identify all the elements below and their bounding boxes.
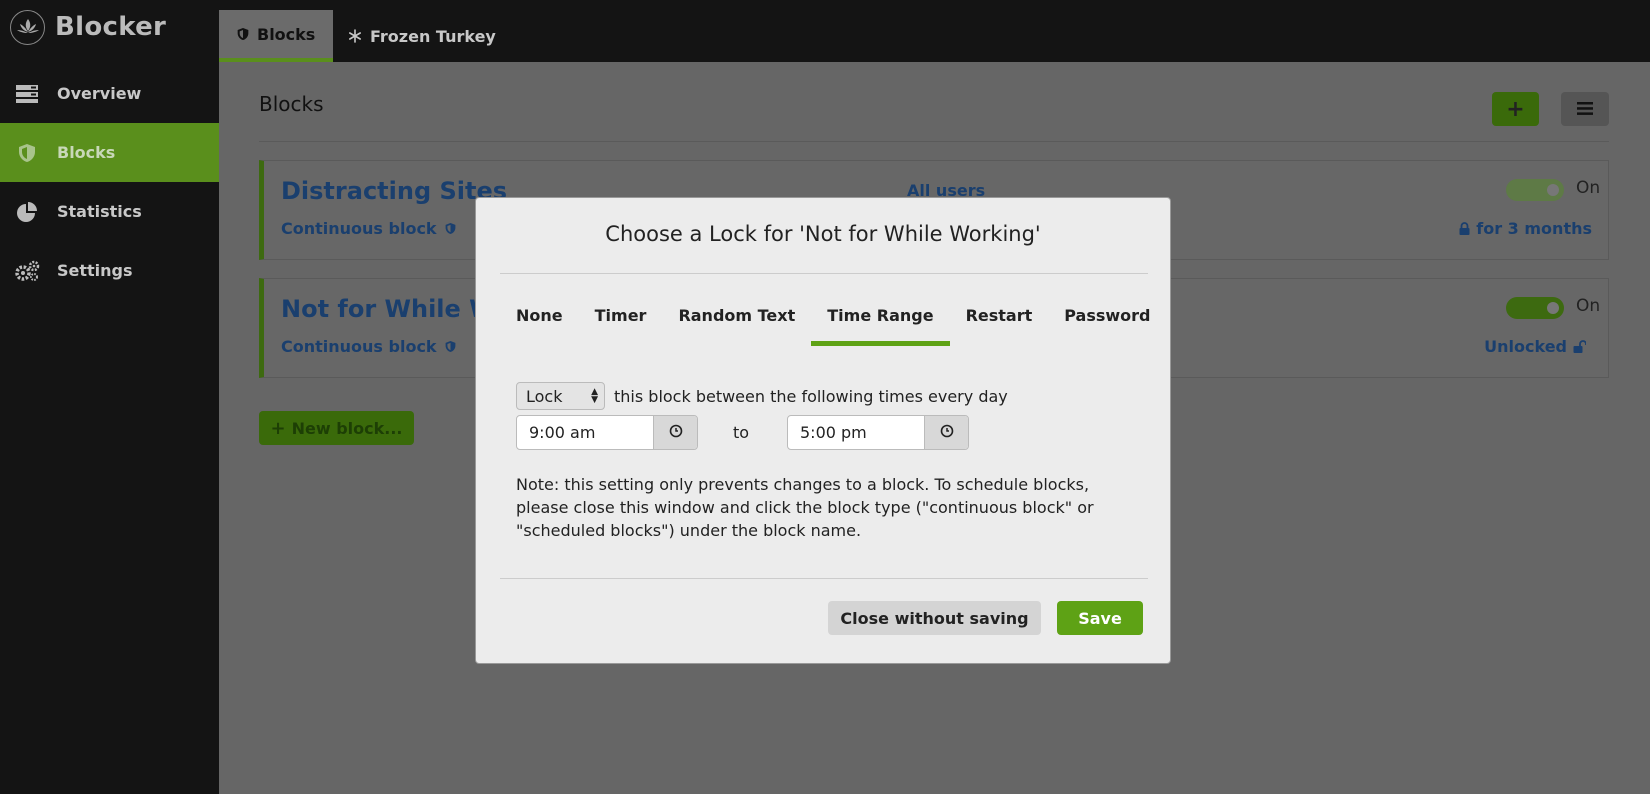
- sidebar-item-settings[interactable]: Settings: [0, 241, 219, 300]
- close-without-saving-button[interactable]: Close without saving: [828, 601, 1041, 635]
- menu-icon: [1577, 100, 1593, 119]
- save-button[interactable]: Save: [1057, 601, 1143, 635]
- new-block-label: New block...: [291, 418, 403, 438]
- shield-icon: [445, 340, 456, 353]
- toggle-label: On: [1576, 296, 1601, 316]
- end-time-input[interactable]: [788, 416, 924, 449]
- lock-icon: [1459, 222, 1470, 235]
- tab-blocks[interactable]: Blocks: [219, 10, 334, 62]
- start-time-field: [516, 415, 698, 450]
- block-type-label: Continuous block: [281, 219, 437, 238]
- tab-timer[interactable]: Timer: [579, 290, 663, 346]
- lock-mode-value: Lock: [526, 386, 563, 406]
- block-toggle[interactable]: [1506, 179, 1564, 201]
- block-name-link[interactable]: Distracting Sites: [281, 177, 507, 205]
- plus-icon: +: [270, 417, 286, 439]
- lock-modal: Choose a Lock for 'Not for While Working…: [475, 197, 1171, 664]
- toggle-label: On: [1576, 178, 1601, 198]
- shield-icon: [237, 27, 249, 41]
- modal-divider: [500, 578, 1148, 579]
- tab-label: Blocks: [257, 24, 316, 44]
- tab-none[interactable]: None: [500, 290, 579, 346]
- sidebar-item-blocks[interactable]: Blocks: [0, 123, 219, 182]
- snowflake-icon: [348, 29, 362, 43]
- app-name: Blocker: [55, 12, 167, 42]
- toggle-knob: [1547, 302, 1559, 314]
- clock-icon: [940, 423, 954, 442]
- lock-description: this block between the following times e…: [614, 386, 1008, 406]
- lock-mode-select[interactable]: Lock ▲ ▼: [516, 382, 605, 410]
- modal-title: Choose a Lock for 'Not for While Working…: [605, 222, 1041, 246]
- tab-restart[interactable]: Restart: [950, 290, 1049, 346]
- unlock-icon: [1573, 340, 1586, 353]
- end-time-field: [787, 415, 969, 450]
- sidebar-item-statistics[interactable]: Statistics: [0, 182, 219, 241]
- modal-divider: [500, 273, 1148, 274]
- page-title: Blocks: [259, 92, 324, 116]
- block-type-link[interactable]: Continuous block: [281, 337, 456, 356]
- sidebar-nav: Overview Blocks Statistics Settings: [0, 64, 219, 300]
- server-icon: [14, 83, 40, 105]
- header-divider: [259, 141, 1609, 142]
- tab-frozen-turkey[interactable]: Frozen Turkey: [330, 10, 514, 62]
- block-lock-link[interactable]: Unlocked: [1484, 337, 1592, 356]
- sidebar-item-overview[interactable]: Overview: [0, 64, 219, 123]
- block-toggle[interactable]: [1506, 297, 1564, 319]
- lock-note: Note: this setting only prevents changes…: [516, 475, 1094, 540]
- lotus-icon: [10, 9, 45, 45]
- end-time-picker-button[interactable]: [924, 416, 968, 449]
- tab-password[interactable]: Password: [1048, 290, 1166, 346]
- tab-random-text[interactable]: Random Text: [662, 290, 811, 346]
- sidebar-item-label: Settings: [57, 261, 133, 280]
- shield-icon: [445, 222, 456, 235]
- block-type-label: Continuous block: [281, 337, 437, 356]
- shield-icon: [14, 142, 40, 164]
- clock-icon: [669, 423, 683, 442]
- gears-icon: [14, 260, 40, 282]
- lock-type-tabs: None Timer Random Text Time Range Restar…: [500, 290, 1167, 346]
- tab-time-range[interactable]: Time Range: [811, 290, 950, 346]
- add-block-button[interactable]: +: [1492, 92, 1539, 126]
- sidebar-item-label: Overview: [57, 84, 142, 103]
- to-label: to: [733, 423, 750, 442]
- menu-button[interactable]: [1561, 92, 1609, 126]
- select-arrows-icon: ▲ ▼: [591, 387, 598, 405]
- tab-label: Frozen Turkey: [370, 26, 496, 46]
- topbar: Blocks Frozen Turkey: [219, 0, 1650, 62]
- new-block-button[interactable]: + New block...: [259, 411, 414, 445]
- brand[interactable]: Blocker: [0, 0, 219, 54]
- lock-status: for 3 months: [1476, 219, 1592, 238]
- sidebar-item-label: Blocks: [57, 143, 116, 162]
- lock-row: Lock ▲ ▼ this block between the following…: [516, 382, 1008, 410]
- pie-chart-icon: [14, 201, 40, 223]
- block-type-link[interactable]: Continuous block: [281, 219, 456, 238]
- start-time-picker-button[interactable]: [653, 416, 697, 449]
- lock-status: Unlocked: [1484, 337, 1567, 356]
- start-time-input[interactable]: [517, 416, 653, 449]
- toggle-knob: [1547, 184, 1559, 196]
- block-lock-link[interactable]: for 3 months: [1453, 219, 1592, 238]
- sidebar: Blocker Overview Blocks Statistics Setti…: [0, 0, 219, 794]
- sidebar-item-label: Statistics: [57, 202, 142, 221]
